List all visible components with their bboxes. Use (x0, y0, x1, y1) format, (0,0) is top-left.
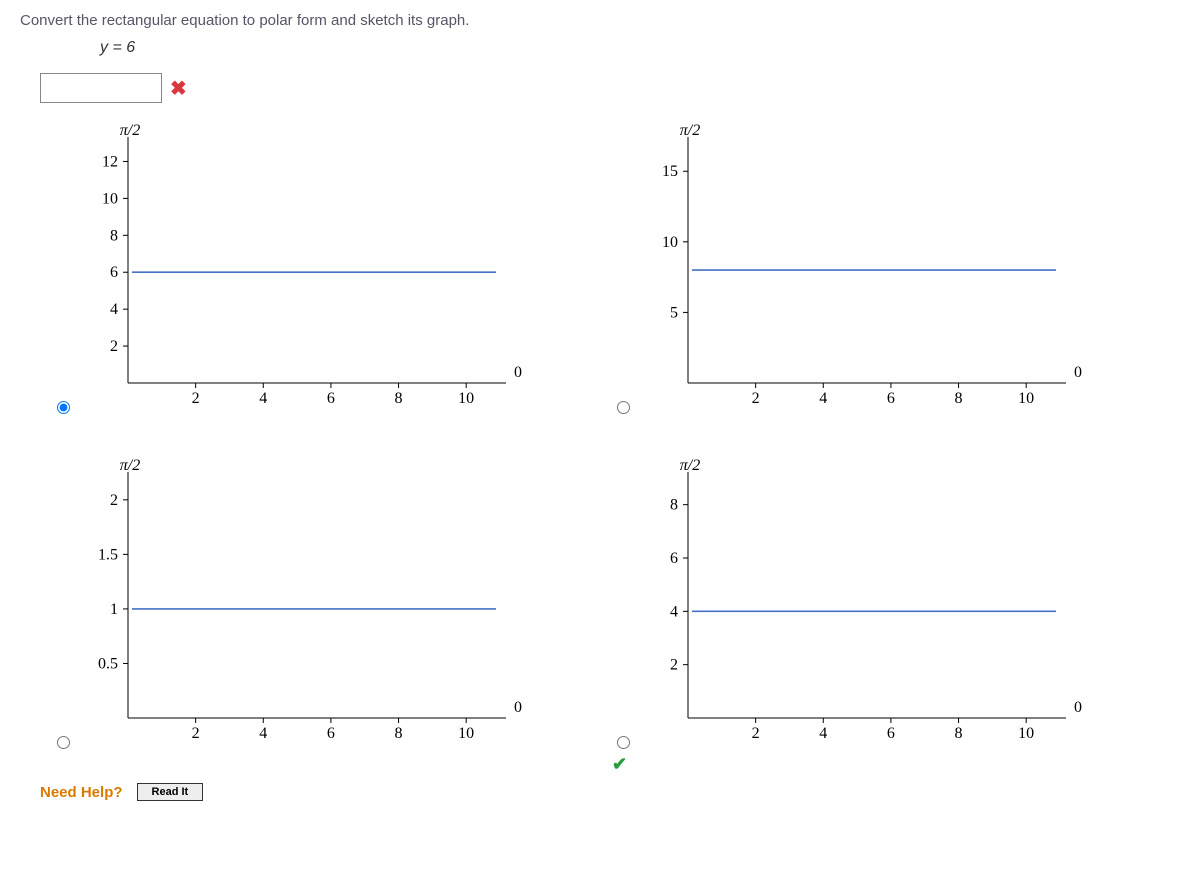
x-tick-label: 2 (192, 390, 200, 407)
y-tick-label: 12 (102, 153, 118, 170)
y-tick-label: 1.5 (98, 546, 118, 563)
chart-plot: 2 4 6 8 10 0.5 1 1.5 2 π/2 0 (80, 458, 520, 748)
x-tick-label: 4 (259, 725, 267, 742)
chart-plot: 2 4 6 8 10 2 4 6 8 10 12π/2 0 (80, 123, 520, 413)
x-tick-label: 8 (955, 390, 963, 407)
correct-indicator-icon: ✔ (612, 754, 627, 775)
x-tick-label: 10 (1018, 725, 1034, 742)
y-tick-label: 0.5 (98, 655, 118, 672)
y-tick-label: 2 (110, 338, 118, 355)
chart-option-2: 2 4 6 8 10 5 10 15 π/2 0 (640, 123, 1160, 418)
y-axis-label: π/2 (680, 122, 700, 139)
question-prompt: Convert the rectangular equation to pola… (20, 12, 1180, 29)
incorrect-icon: ✖ (170, 76, 187, 101)
x-tick-label: 4 (819, 390, 827, 407)
x-axis-label: 0 (1074, 699, 1082, 716)
x-tick-label: 10 (1018, 390, 1034, 407)
y-tick-label: 1 (110, 601, 118, 618)
y-tick-label: 6 (670, 550, 678, 567)
y-tick-label: 10 (102, 190, 118, 207)
chart-plot: 2 4 6 8 10 5 10 15 π/2 0 (640, 123, 1080, 413)
chart-plot: 2 4 6 8 10 2 4 6 8 π/2 0 (640, 458, 1080, 748)
equation: y = 6 (100, 39, 1180, 57)
y-tick-label: 2 (670, 657, 678, 674)
x-tick-label: 8 (955, 725, 963, 742)
y-tick-label: 2 (110, 492, 118, 509)
x-tick-label: 4 (819, 725, 827, 742)
read-it-button[interactable]: Read It (137, 783, 204, 801)
y-tick-label: 6 (110, 264, 118, 281)
answer-input[interactable] (40, 73, 162, 103)
x-tick-label: 8 (395, 390, 403, 407)
graph-radio-1[interactable] (57, 401, 70, 414)
y-tick-label: 8 (670, 497, 678, 514)
graph-radio-2[interactable] (617, 401, 630, 414)
x-axis-label: 0 (1074, 364, 1082, 381)
x-tick-label: 8 (395, 725, 403, 742)
x-tick-label: 2 (752, 725, 760, 742)
y-axis-label: π/2 (120, 122, 140, 139)
x-tick-label: 10 (458, 390, 474, 407)
y-axis-label: π/2 (680, 457, 700, 474)
y-tick-label: 5 (670, 304, 678, 321)
x-axis-label: 0 (514, 364, 522, 381)
need-help-label: Need Help? (40, 784, 123, 801)
x-tick-label: 2 (752, 390, 760, 407)
y-tick-label: 10 (662, 234, 678, 251)
x-tick-label: 6 (327, 390, 335, 407)
x-tick-label: 6 (327, 725, 335, 742)
y-tick-label: 15 (662, 163, 678, 180)
x-axis-label: 0 (514, 699, 522, 716)
graph-radio-4[interactable] (617, 736, 630, 749)
x-tick-label: 6 (887, 725, 895, 742)
graph-radio-3[interactable] (57, 736, 70, 749)
x-tick-label: 2 (192, 725, 200, 742)
y-tick-label: 4 (110, 301, 118, 318)
y-tick-label: 8 (110, 227, 118, 244)
x-tick-label: 10 (458, 725, 474, 742)
chart-option-3: 2 4 6 8 10 0.5 1 1.5 2 π/2 0 (80, 458, 600, 753)
y-axis-label: π/2 (120, 457, 140, 474)
chart-option-1: 2 4 6 8 10 2 4 6 8 10 12π/2 0 (80, 123, 600, 418)
chart-option-4: ✔2468102468π/20 (640, 458, 1160, 753)
x-tick-label: 4 (259, 390, 267, 407)
x-tick-label: 6 (887, 390, 895, 407)
y-tick-label: 4 (670, 603, 678, 620)
